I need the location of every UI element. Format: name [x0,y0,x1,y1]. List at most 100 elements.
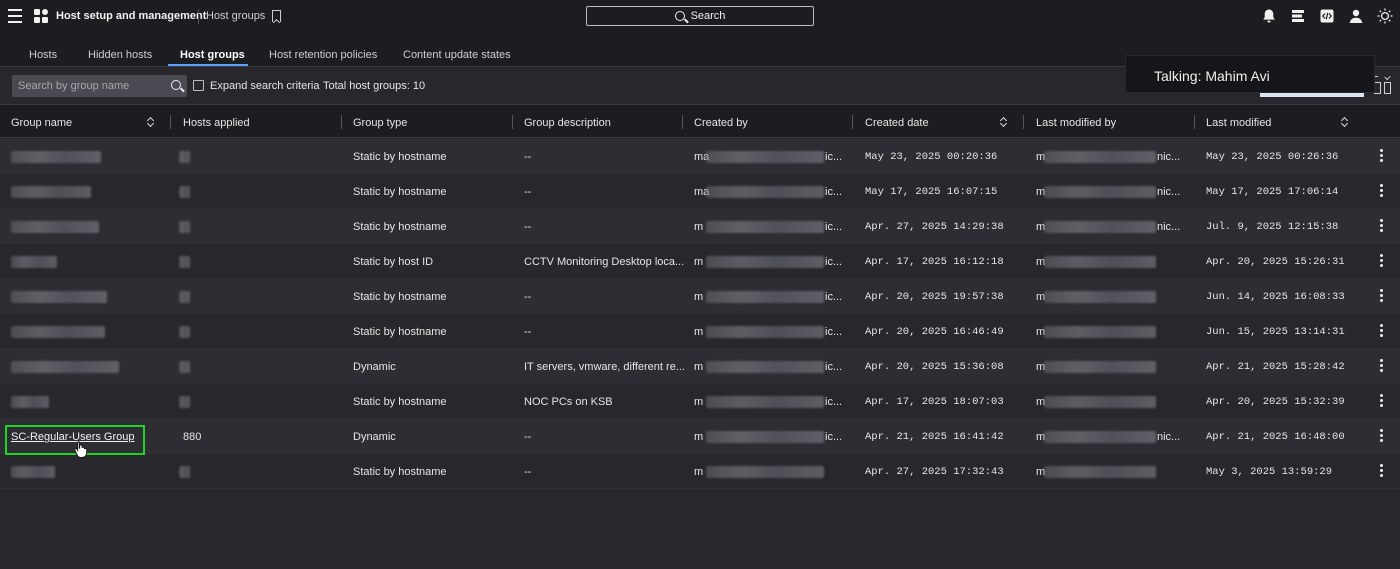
group-search-field[interactable] [12,75,187,97]
group-description-value: -- [524,431,532,443]
redacted-group-name[interactable] [11,186,91,198]
bookmark-icon[interactable] [272,10,281,22]
created-date-value: Apr. 17, 2025 16:12:18 [865,256,1004,268]
column-divider [682,115,683,129]
column-header-group-description[interactable]: Group description [524,117,611,129]
row-actions-kebab-icon[interactable] [1380,219,1384,233]
sort-icon[interactable] [1000,115,1008,129]
column-divider [852,115,853,129]
created-date-value: Apr. 20, 2025 19:57:38 [865,291,1004,303]
table-row[interactable]: SC-Regular-Users Group 880 Dynamic -- m ic...… [0,419,1400,454]
created-by-prefix: m [694,361,704,373]
code-icon[interactable] [1319,8,1335,24]
table-row[interactable]: Static by hostname NOC PCs on KSB m ic... Ap… [0,384,1400,419]
row-actions-kebab-icon[interactable] [1380,149,1384,163]
table-row[interactable]: Static by hostname -- m Apr. 27, 2025 17:32… [0,454,1400,489]
row-actions-kebab-icon[interactable] [1380,184,1384,198]
column-header-last-modified-by[interactable]: Last modified by [1036,117,1116,129]
redacted-group-name[interactable] [11,466,55,478]
redacted-hosts-applied [179,186,190,198]
redacted-modified-by [1044,256,1156,268]
search-icon[interactable] [171,80,181,90]
redacted-modified-by [1044,186,1156,198]
group-type-value: Static by hostname [353,291,447,303]
tab-hosts[interactable]: Hosts [29,49,57,61]
column-header-hosts-applied[interactable]: Hosts applied [183,117,250,129]
theme-sun-icon[interactable] [1377,8,1393,24]
modified-by-suffix: nic... [1157,431,1181,443]
sort-icon[interactable] [147,115,155,129]
last-modified-value: Apr. 20, 2025 15:26:31 [1206,256,1345,268]
last-modified-value: May 23, 2025 00:26:36 [1206,151,1339,163]
redacted-group-name[interactable] [11,326,105,338]
tab-host-retention-policies[interactable]: Host retention policies [269,49,377,61]
created-by-suffix: ic... [825,151,843,163]
modified-by-suffix: nic... [1157,151,1181,163]
column-divider [170,115,171,129]
group-description-value: NOC PCs on KSB [524,396,613,408]
column-layout-icon[interactable] [1372,73,1394,96]
user-icon[interactable] [1348,8,1364,24]
breadcrumb-divider [198,9,199,24]
column-header-group-type[interactable]: Group type [353,117,407,129]
column-divider [1194,115,1195,129]
toolbar-button-partial[interactable] [1260,93,1364,97]
row-actions-kebab-icon[interactable] [1380,254,1384,268]
row-actions-kebab-icon[interactable] [1380,464,1384,478]
table-row[interactable]: Static by hostname -- m ic... Apr. 27, 2025 … [0,209,1400,244]
table-row[interactable]: Static by host ID CCTV Monitoring Desktop… [0,244,1400,279]
tab-content-update-states[interactable]: Content update states [403,49,511,61]
column-header-last-modified[interactable]: Last modified [1206,117,1271,129]
redacted-hosts-applied [179,221,190,233]
redacted-group-name[interactable] [11,361,119,373]
group-type-value: Static by hostname [353,466,447,478]
menu-icon[interactable] [8,9,22,23]
app-title[interactable]: Host setup and management [56,10,206,22]
table-row[interactable]: Dynamic IT servers, vmware, different re.… [0,349,1400,384]
group-description-value: -- [524,326,532,338]
column-header-created-by[interactable]: Created by [694,117,748,129]
table-row[interactable]: Static by hostname -- ma ic... May 23, 2025 … [0,139,1400,174]
notes-icon[interactable] [1290,8,1306,24]
redacted-modified-by [1044,431,1156,443]
column-header-created-date[interactable]: Created date [865,117,929,129]
redacted-group-name[interactable] [11,151,101,163]
group-type-value: Dynamic [353,361,396,373]
row-actions-kebab-icon[interactable] [1380,429,1384,443]
redacted-group-name[interactable] [11,291,107,303]
table-row[interactable]: Static by hostname -- m ic... Apr. 20, 2025 … [0,314,1400,349]
row-actions-kebab-icon[interactable] [1380,324,1384,338]
group-type-value: Static by host ID [353,256,434,268]
created-date-value: Apr. 27, 2025 14:29:38 [865,221,1004,233]
row-actions-kebab-icon[interactable] [1380,359,1384,373]
redacted-group-name[interactable] [11,256,57,268]
last-modified-value: May 3, 2025 13:59:29 [1206,466,1333,478]
talking-overlay: Talking: Mahim Avi [1125,55,1375,93]
row-actions-kebab-icon[interactable] [1380,394,1384,408]
column-header-group-name[interactable]: Group name [11,117,72,129]
created-date-value: Apr. 27, 2025 17:32:43 [865,466,1004,478]
last-modified-value: Jun. 14, 2025 16:08:33 [1206,291,1345,303]
hosts-applied-value: 880 [183,431,202,443]
redacted-created-by [706,361,824,373]
column-divider [512,115,513,129]
expand-search-label[interactable]: Expand search criteria [210,80,319,92]
global-search-button[interactable]: Search [586,6,814,26]
group-description-value: -- [524,291,532,303]
table-row[interactable]: Static by hostname -- m ic... Apr. 20, 2025 … [0,279,1400,314]
redacted-group-name[interactable] [11,396,49,408]
table-row[interactable]: Static by hostname -- ma ic... May 17, 2025 … [0,174,1400,209]
redacted-created-by [706,291,824,303]
redacted-hosts-applied [179,151,190,163]
tab-hidden-hosts[interactable]: Hidden hosts [88,49,152,61]
row-actions-kebab-icon[interactable] [1380,289,1384,303]
bell-icon[interactable] [1261,8,1277,24]
redacted-modified-by [1044,221,1156,233]
group-search-input[interactable] [12,75,162,97]
redacted-group-name[interactable] [11,221,99,233]
expand-search-checkbox[interactable] [193,80,204,91]
sort-icon[interactable] [1341,115,1349,129]
created-by-suffix: ic... [825,396,843,408]
created-date-value: May 23, 2025 00:20:36 [865,151,998,163]
tab-host-groups[interactable]: Host groups [180,49,245,61]
